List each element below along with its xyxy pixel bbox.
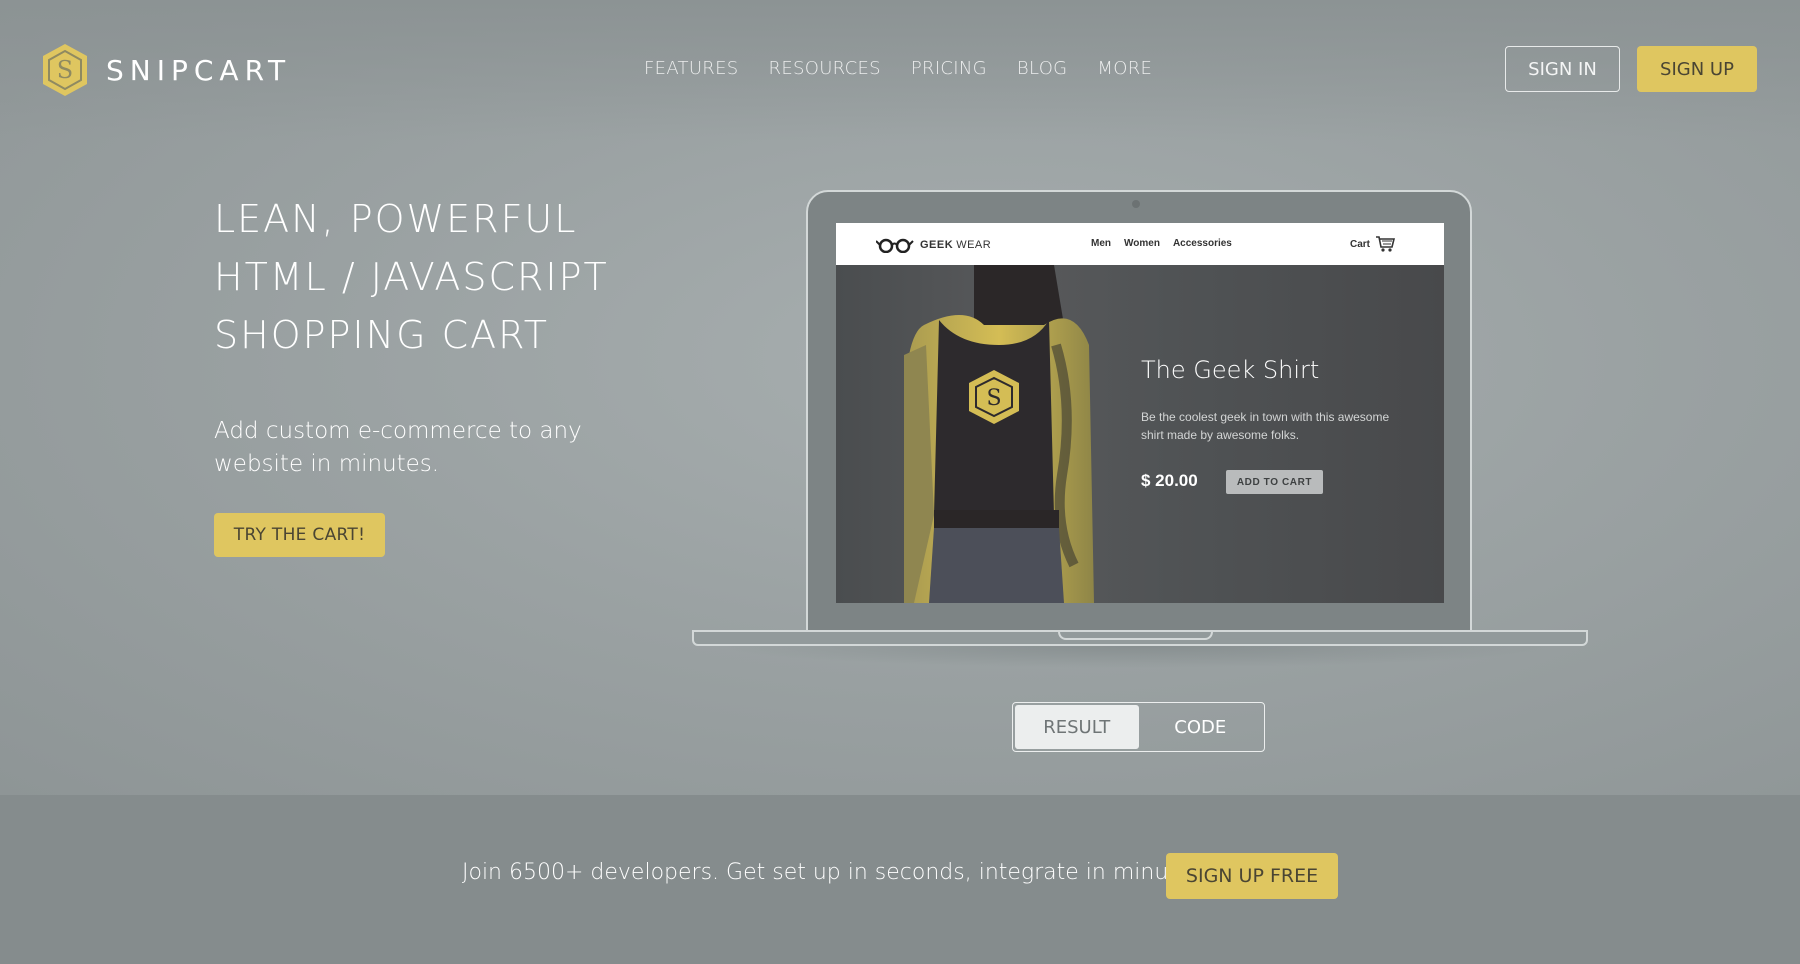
demo-cart-link[interactable]: Cart: [1350, 235, 1396, 253]
sign-up-button[interactable]: SIGN UP: [1637, 46, 1757, 92]
demo-nav-men[interactable]: Men: [1091, 238, 1111, 249]
demo-site-header: GEEK WEAR Men Women Accessories Cart: [836, 223, 1444, 265]
brand-name: SNIPCART: [106, 53, 292, 87]
headline-line: LEAN, POWERFUL: [214, 197, 578, 241]
laptop-camera: [1132, 200, 1140, 208]
main-nav: FEATURES RESOURCES PRICING BLOG MORE: [644, 58, 1152, 79]
sign-in-button[interactable]: SIGN IN: [1505, 46, 1620, 92]
add-to-cart-button[interactable]: ADD TO CART: [1226, 470, 1323, 494]
product-price: $ 20.00: [1141, 471, 1198, 490]
svg-text:S: S: [986, 386, 1001, 411]
nav-features[interactable]: FEATURES: [644, 58, 739, 79]
demo-nav-women[interactable]: Women: [1124, 238, 1160, 249]
laptop-shadow: [720, 646, 1560, 668]
hero-headline: LEAN, POWERFUL HTML / JAVASCRIPT SHOPPIN…: [214, 190, 674, 364]
hero-subtitle: Add custom e-commerce to any website in …: [214, 418, 582, 477]
nav-more[interactable]: MORE: [1097, 58, 1152, 79]
shopping-cart-icon: [1376, 236, 1396, 252]
brand-logo[interactable]: S SNIPCART: [40, 42, 291, 98]
nav-pricing[interactable]: PRICING: [911, 58, 987, 79]
demo-nav-accessories[interactable]: Accessories: [1173, 238, 1232, 249]
view-toggle: RESULT CODE: [1012, 702, 1265, 752]
model-photo: S: [904, 265, 1094, 603]
demo-nav: Men Women Accessories: [1091, 238, 1232, 249]
tab-code[interactable]: CODE: [1139, 705, 1263, 749]
headline-line: HTML / JAVASCRIPT: [214, 255, 609, 299]
snipcart-hexagon-logo-icon: S: [43, 44, 87, 96]
product-title: The Geek Shirt: [1141, 356, 1320, 384]
glasses-icon: [876, 238, 914, 253]
sign-up-free-button[interactable]: SIGN UP FREE: [1166, 853, 1338, 899]
demo-brand-rest: WEAR: [956, 239, 992, 251]
demo-screen: S GEEK WEAR Men Women Accessories Cart T…: [836, 223, 1444, 603]
nav-resources[interactable]: RESOURCES: [769, 58, 881, 79]
signup-band-text: Join 6500+ developers. Get set up in sec…: [462, 860, 1209, 885]
demo-cart-label: Cart: [1350, 238, 1371, 250]
product-description: Be the coolest geek in town with this aw…: [1141, 410, 1390, 442]
laptop-notch: [1058, 630, 1213, 640]
try-the-cart-button[interactable]: TRY THE CART!: [214, 513, 385, 557]
tab-result[interactable]: RESULT: [1015, 705, 1139, 749]
svg-text:S: S: [57, 56, 73, 84]
demo-brand[interactable]: GEEK WEAR: [876, 237, 992, 253]
headline-line: SHOPPING CART: [214, 313, 549, 357]
demo-brand-bold: GEEK: [920, 239, 954, 251]
nav-blog[interactable]: BLOG: [1017, 58, 1068, 79]
